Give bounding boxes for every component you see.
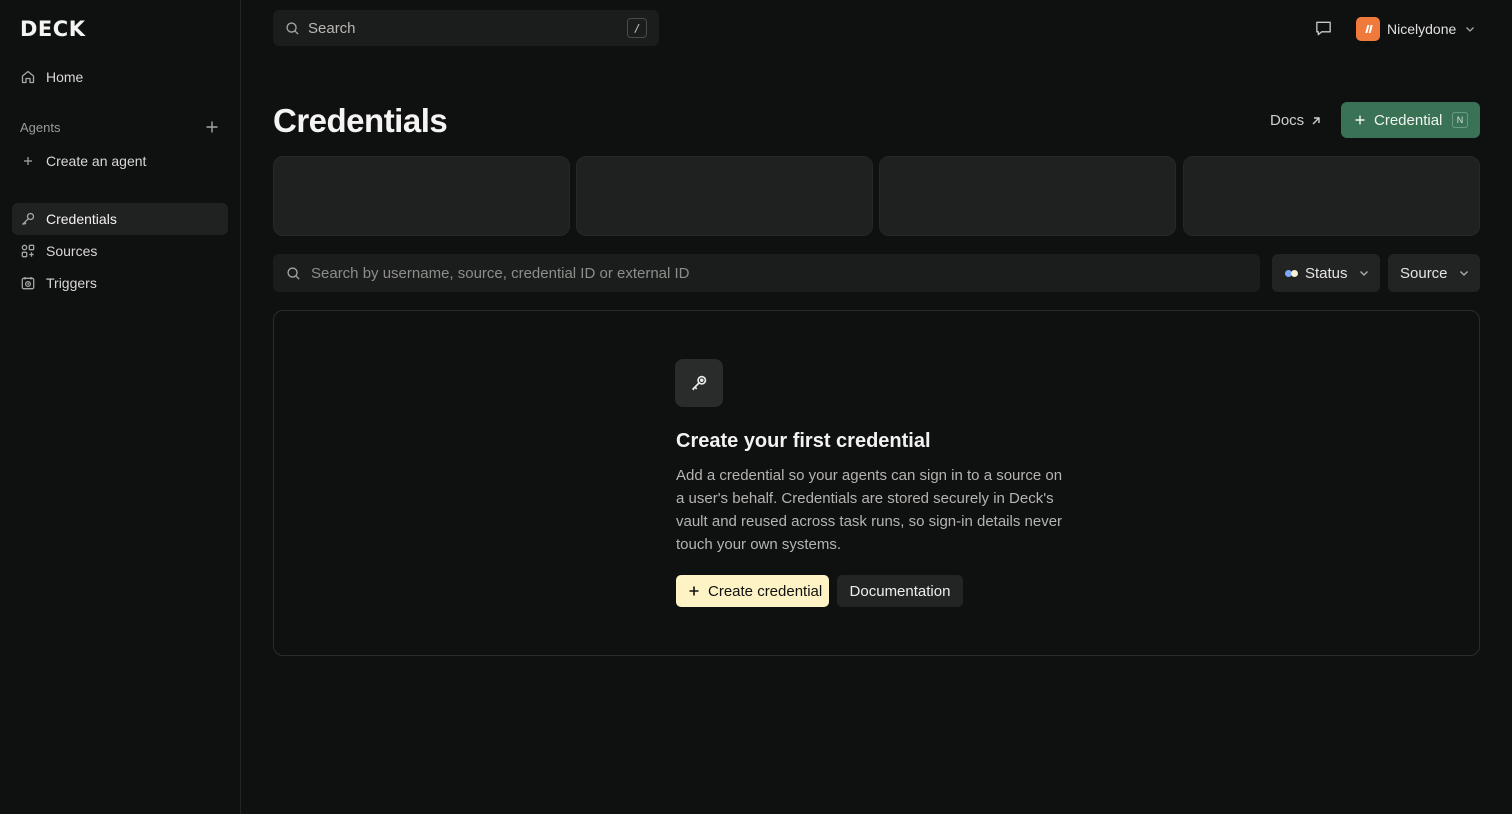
docs-link[interactable]: Docs: [1270, 112, 1322, 129]
stat-card-placeholder: [1183, 156, 1480, 236]
search-icon: [286, 266, 301, 281]
calendar-clock-icon: [20, 275, 36, 291]
empty-state-title: Create your first credential: [676, 430, 931, 452]
status-dots-icon: [1285, 269, 1298, 277]
credential-search-input[interactable]: Search by username, source, credential I…: [273, 254, 1260, 292]
global-search-placeholder: Search: [308, 19, 356, 37]
avatar: [1356, 16, 1380, 41]
home-icon: [20, 69, 36, 85]
sidebar-item-label: Sources: [46, 243, 98, 259]
stat-card-placeholder: [273, 156, 570, 236]
sidebar-item-home[interactable]: Home: [12, 61, 228, 93]
agents-section-label: Agents: [20, 120, 61, 135]
add-agent-plus-icon[interactable]: [204, 119, 220, 135]
search-shortcut-key: /: [627, 18, 647, 38]
stat-card-placeholder: [576, 156, 873, 236]
key-icon: [20, 211, 36, 227]
plus-icon: [20, 153, 36, 169]
status-filter-label: Status: [1305, 264, 1348, 282]
sidebar-item-label: Create an agent: [46, 153, 147, 169]
empty-state-description: Add a credential so your agents can sign…: [676, 467, 1063, 553]
plus-icon: [1354, 114, 1366, 126]
add-credential-button[interactable]: Credential N: [1341, 102, 1480, 138]
add-credential-label: Credential: [1374, 111, 1443, 129]
source-filter-dropdown[interactable]: Source: [1388, 254, 1480, 292]
sidebar-item-triggers[interactable]: Triggers: [12, 267, 228, 299]
account-name: Nicelydone: [1387, 20, 1457, 37]
docs-link-label: Docs: [1270, 112, 1305, 129]
page-title: Credentials: [273, 102, 448, 139]
status-filter-dropdown[interactable]: Status: [1272, 254, 1380, 292]
chevron-down-icon: [1464, 23, 1476, 35]
external-arrow-icon: [1310, 115, 1322, 127]
sidebar: DECK Home Agents Create an agent Credent…: [0, 0, 241, 814]
sidebar-item-label: Triggers: [46, 275, 97, 291]
create-credential-label: Create credential: [708, 582, 823, 600]
sidebar-item-create-agent[interactable]: Create an agent: [12, 145, 228, 177]
credential-search-placeholder: Search by username, source, credential I…: [311, 264, 690, 282]
sidebar-item-sources[interactable]: Sources: [12, 235, 228, 267]
documentation-label: Documentation: [849, 582, 951, 600]
sidebar-item-label: Credentials: [46, 211, 117, 227]
stat-card-placeholder: [879, 156, 1176, 236]
create-credential-button[interactable]: Create credential: [676, 575, 829, 607]
global-search-input[interactable]: Search /: [273, 10, 659, 46]
documentation-button[interactable]: Documentation: [837, 575, 963, 607]
source-filter-label: Source: [1400, 264, 1448, 282]
chat-icon[interactable]: [1314, 19, 1333, 38]
grid-icon: [20, 243, 36, 259]
sidebar-item-credentials[interactable]: Credentials: [12, 203, 228, 235]
chevron-down-icon: [1458, 267, 1470, 279]
deck-logo[interactable]: DECK: [20, 17, 85, 41]
sidebar-item-label: Home: [46, 69, 84, 85]
account-switcher[interactable]: Nicelydone: [1356, 16, 1476, 41]
chevron-down-icon: [1358, 267, 1370, 279]
shortcut-key-badge: N: [1452, 112, 1468, 128]
key-icon: [675, 359, 723, 407]
search-icon: [285, 21, 300, 36]
plus-icon: [688, 585, 700, 597]
